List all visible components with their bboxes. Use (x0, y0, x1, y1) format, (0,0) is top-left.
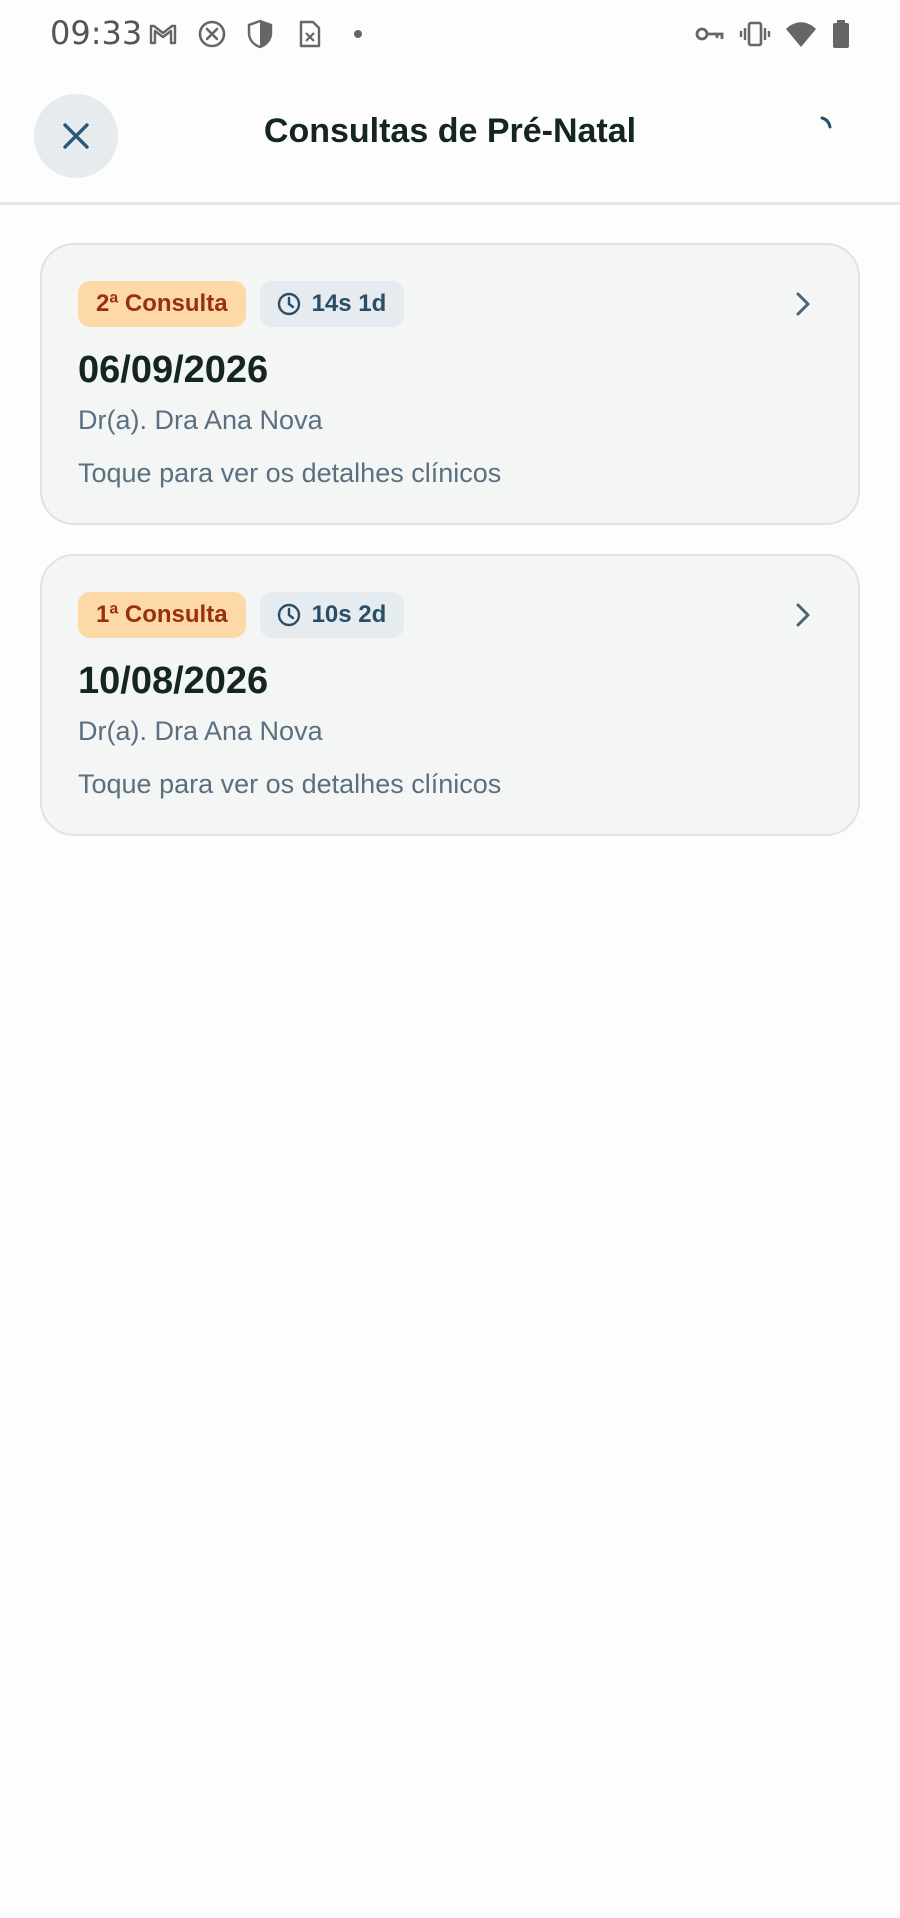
consultation-date: 10/08/2026 (78, 660, 269, 702)
chevron-right-icon (788, 289, 818, 319)
battery-icon (825, 18, 857, 50)
gmail-icon (147, 18, 179, 50)
details-hint: Toque para ver os detalhes clínicos (78, 769, 502, 799)
doctor-name: Dr(a). Dra Ana Nova (78, 716, 323, 746)
consultation-card[interactable]: 2ª Consulta 14s 1d 06/09/2026 Dr(a). Dra… (40, 243, 860, 525)
consultation-card[interactable]: 1ª Consulta 10s 2d 10/08/2026 Dr(a). Dra… (40, 554, 860, 836)
badge-row: 1ª Consulta 10s 2d (78, 592, 405, 638)
app-header: Consultas de Pré-Natal (0, 68, 900, 205)
close-icon (63, 123, 89, 149)
gestational-age-badge: 14s 1d (259, 281, 405, 327)
status-bar: 09:33 (0, 0, 900, 68)
clock-icon (277, 292, 300, 316)
close-button[interactable] (34, 94, 118, 178)
chevron-right-icon (788, 600, 818, 630)
badge-row: 2ª Consulta 14s 1d (78, 281, 405, 327)
vpn-key-icon (693, 18, 725, 50)
clock-icon (277, 603, 300, 627)
consultation-list: 2ª Consulta 14s 1d 06/09/2026 Dr(a). Dra… (40, 243, 860, 865)
wifi-icon (785, 18, 817, 50)
sim-card-icon (293, 18, 325, 50)
cancel-circle-icon (196, 18, 228, 50)
gestational-age-text: 14s 1d (311, 290, 387, 317)
shield-icon (244, 18, 276, 50)
gestational-age-badge: 10s 2d (259, 592, 405, 638)
vibrate-icon (739, 18, 771, 50)
gestational-age-text: 10s 2d (311, 601, 387, 628)
details-hint: Toque para ver os detalhes clínicos (78, 458, 502, 488)
loading-spinner-icon (818, 112, 848, 142)
notification-dot-icon (342, 18, 374, 50)
page-title: Consultas de Pré-Natal (263, 112, 637, 150)
doctor-name: Dr(a). Dra Ana Nova (78, 405, 323, 435)
consultation-number-badge: 2ª Consulta (78, 281, 246, 327)
status-time: 09:33 (50, 14, 143, 52)
consultation-number-badge: 1ª Consulta (78, 592, 246, 638)
consultation-date: 06/09/2026 (78, 349, 269, 391)
